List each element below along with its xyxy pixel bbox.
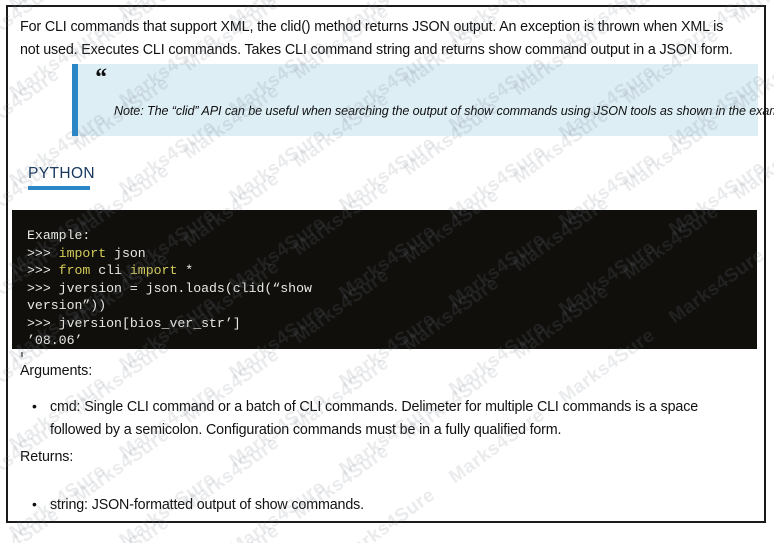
arguments-list: cmd: Single CLI command or a batch of CL… xyxy=(30,395,720,442)
tab-python[interactable]: PYTHON xyxy=(28,165,95,191)
code-token: >>> xyxy=(27,315,59,331)
code-block: Example: >>> import json >>> from cli im… xyxy=(12,210,757,349)
returns-heading: Returns: xyxy=(20,449,74,465)
tab-python-label: PYTHON xyxy=(28,165,95,182)
code-token: json xyxy=(106,245,146,261)
code-token: Example: xyxy=(27,228,91,243)
note-callout: “ Note: The “clid” API can be useful whe… xyxy=(72,64,774,136)
tab-python-underline xyxy=(28,186,90,191)
list-item: cmd: Single CLI command or a batch of CL… xyxy=(30,395,720,442)
code-token: >>> xyxy=(27,280,59,296)
intro-paragraph: For CLI commands that support XML, the c… xyxy=(20,19,733,59)
scan-artifact-mark xyxy=(21,352,23,357)
code-token: cli xyxy=(90,263,130,279)
document-content: For CLI commands that support XML, the c… xyxy=(0,0,774,543)
code-token: import xyxy=(58,245,107,261)
code-token: from xyxy=(58,263,91,279)
code-token: import xyxy=(129,263,178,279)
list-item: string: JSON-formatted output of show co… xyxy=(30,493,720,517)
code-token: jversion = json.loads(clid(“show xyxy=(58,280,312,296)
code-block-text: Example: >>> import json >>> from cli im… xyxy=(12,210,757,349)
code-token: >>> xyxy=(27,263,59,279)
code-token: jversion[bios_ver_str’] xyxy=(58,315,241,331)
quote-mark-icon: “ xyxy=(94,64,107,91)
arguments-heading: Arguments: xyxy=(20,363,93,379)
code-token: * xyxy=(177,263,194,279)
note-text: Note: The “clid” API can be useful when … xyxy=(114,104,774,118)
note-accent-bar xyxy=(72,64,78,136)
returns-list: string: JSON-formatted output of show co… xyxy=(30,493,720,517)
code-token: >>> xyxy=(27,245,59,261)
code-token: version”)) xyxy=(27,298,107,314)
code-token: ’08.06’ xyxy=(27,333,83,349)
